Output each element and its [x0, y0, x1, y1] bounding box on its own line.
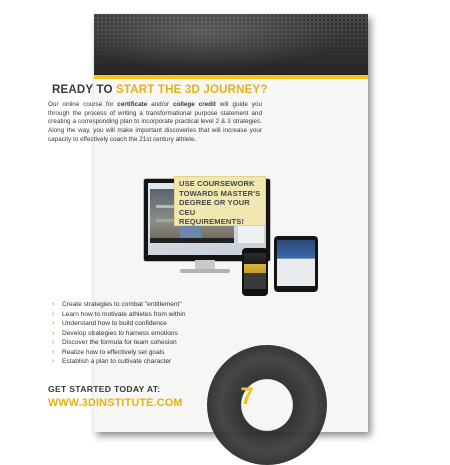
headline-accent: start the 3D journey? — [116, 84, 268, 96]
monitor-base — [180, 269, 230, 273]
chevron-right-icon: › — [52, 348, 55, 356]
chevron-right-icon: › — [52, 301, 55, 308]
header-texture — [94, 14, 368, 75]
call-to-action: Get started today at: — [48, 384, 161, 394]
tablet-device — [274, 236, 318, 292]
website-link[interactable]: www.3DInstitute.com — [48, 397, 183, 409]
coursework-callout: Use coursework towards master's degree o… — [174, 176, 266, 226]
intro-text-2: and/or — [147, 101, 173, 108]
list-item: › Discover the formula for team cohesion — [52, 339, 177, 346]
chevron-right-icon: › — [52, 339, 55, 346]
intro-bold-certificate: certificate — [117, 101, 148, 108]
intro-bold-college-credit: college credit — [172, 101, 216, 108]
phone-device — [242, 248, 268, 296]
chevron-right-icon: › — [52, 329, 55, 337]
list-item: › Understand how to build confidence — [52, 320, 167, 327]
page-number-ring — [207, 345, 327, 465]
list-item: › Develop strategies to harness emotions — [52, 329, 178, 337]
chevron-right-icon: › — [52, 310, 55, 318]
list-item: › Create strategies to combat "entitlemen… — [52, 301, 182, 308]
chevron-right-icon: › — [52, 358, 55, 365]
tablet-screen — [277, 240, 315, 286]
header-gold-rule — [94, 75, 368, 79]
phone-screen — [244, 253, 266, 289]
video-control-bar — [150, 238, 234, 243]
page-number: 7 — [240, 383, 254, 410]
intro-text-1: Our online course for — [48, 101, 118, 108]
headline-lead: Ready to — [52, 84, 113, 96]
list-item: › Learn how to motivate athletes from wit… — [52, 310, 186, 318]
intro-paragraph: Our online course for certificate and/or… — [48, 101, 262, 145]
chevron-right-icon: › — [52, 320, 55, 327]
headline: Ready to start the 3D journey? — [52, 84, 267, 96]
